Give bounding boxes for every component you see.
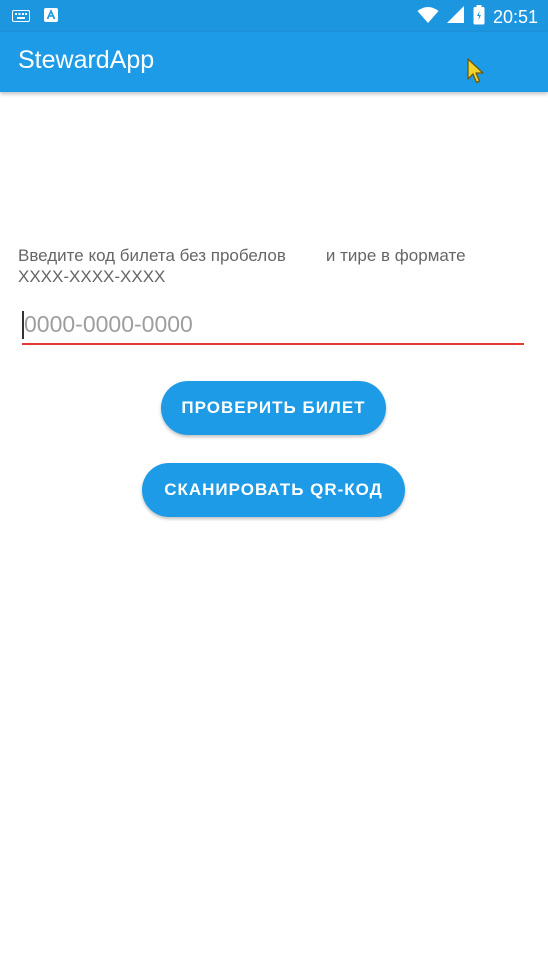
battery-icon [473,5,485,30]
ticket-code-field[interactable] [22,305,524,345]
status-left-icons [12,8,58,27]
ticket-input-underline [22,343,524,345]
ticket-code-input[interactable] [22,305,524,343]
a-icon [44,8,58,27]
signal-icon [446,6,465,29]
instruction-part-2: и тире в формате [325,246,466,265]
instruction-part-3: XXXX-XXXX-XXXX [18,267,166,286]
ticket-instruction-text: Введите код билета без пробелов и тире в … [18,245,530,287]
check-ticket-button[interactable]: ПРОВЕРИТЬ БИЛЕТ [161,381,386,435]
status-time: 20:51 [492,7,538,27]
text-caret [22,311,24,339]
app-title: StewardApp [18,46,155,74]
scan-qr-button[interactable]: СКАНИРОВАТЬ QR-КОД [142,463,405,517]
status-bar: 20:51 [0,0,548,32]
status-right-icons: 20:51 [417,5,538,30]
keyboard-icon [12,9,30,27]
wifi-icon [417,6,439,29]
instruction-part-1: Введите код билета без пробелов [18,246,286,265]
mouse-pointer-icon [466,58,486,91]
